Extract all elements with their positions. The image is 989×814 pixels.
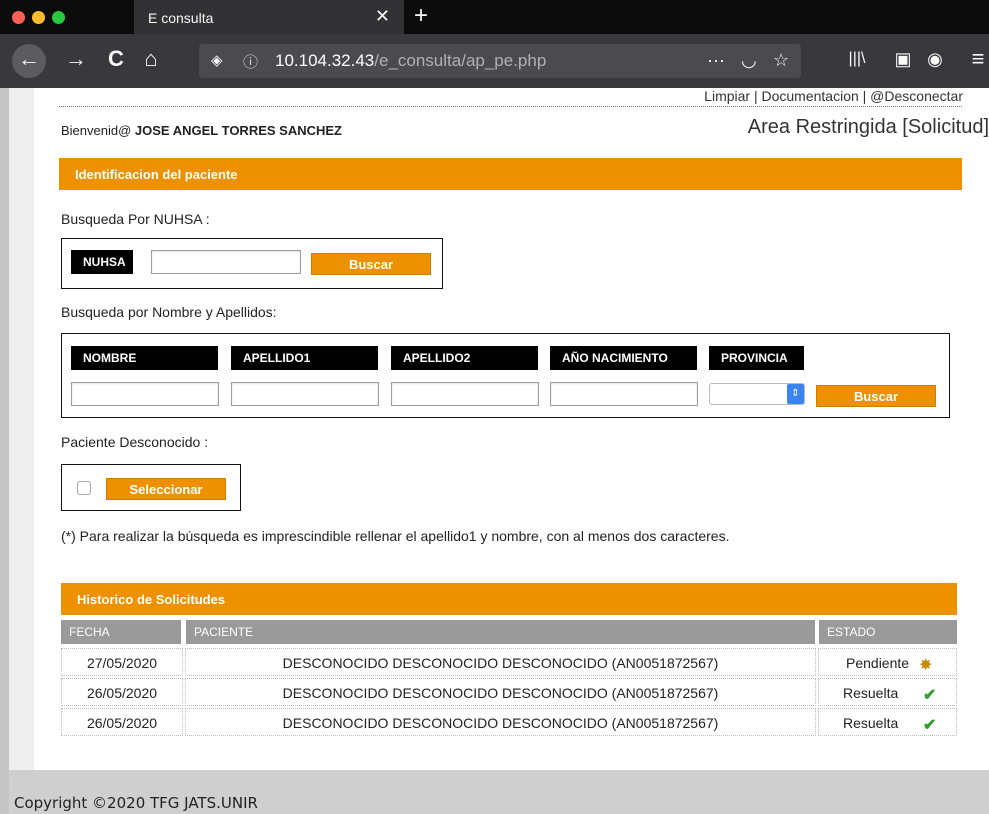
row2-paciente[interactable]: DESCONOCIDO DESCONOCIDO DESCONOCIDO (AN0… <box>185 678 816 706</box>
sidebar-icon[interactable]: ▣ <box>891 47 915 71</box>
welcome-text: Bienvenid@ JOSE ANGEL TORRES SANCHEZ <box>61 123 342 138</box>
back-arrow-icon[interactable]: ← <box>17 47 41 71</box>
browser-nav-bar: ← → C ⌂ ◈ ⓘ 10.104.32.43/e_consulta/ap_p… <box>0 34 989 88</box>
tab-close-icon[interactable]: ✕ <box>375 6 390 27</box>
browser-tab[interactable]: E consulta ✕ <box>134 0 404 34</box>
row3-estado[interactable]: Resuelta ✔ <box>818 708 957 736</box>
url-text[interactable]: 10.104.32.43/e_consulta/ap_pe.php <box>275 51 546 71</box>
name-search-frame: NOMBRE APELLIDO1 APELLIDO2 AÑO NACIMIENT… <box>61 333 950 418</box>
page-background: Limpiar | Documentacion | @Desconectar B… <box>9 88 989 770</box>
name-search-label: Busqueda por Nombre y Apellidos: <box>61 304 277 320</box>
identificacion-header: Identificacion del paciente <box>59 158 962 190</box>
row3-paciente[interactable]: DESCONOCIDO DESCONOCIDO DESCONOCIDO (AN0… <box>185 708 816 736</box>
provincia-tag: PROVINCIA <box>709 346 804 370</box>
nuhsa-search-label: Busqueda Por NUHSA : <box>61 211 210 227</box>
tracking-shield-icon[interactable]: ◈ <box>211 51 223 69</box>
account-icon[interactable]: ◉ <box>923 47 947 71</box>
row2-estado-text: Resuelta <box>843 685 899 701</box>
pocket-icon[interactable]: ◡ <box>741 50 757 71</box>
menu-icon[interactable]: ≡ <box>967 47 989 71</box>
site-info-icon[interactable]: ⓘ <box>243 51 258 72</box>
tab-title: E consulta <box>148 10 214 26</box>
resolved-check-icon: ✔ <box>923 717 937 734</box>
nuhsa-search-button[interactable]: Buscar <box>311 253 431 275</box>
anio-nacimiento-input[interactable] <box>550 382 698 406</box>
page-content: Limpiar | Documentacion | @Desconectar B… <box>34 88 989 770</box>
name-search-button[interactable]: Buscar <box>816 385 936 407</box>
apellido1-tag: APELLIDO1 <box>231 346 378 370</box>
row2-fecha: 26/05/2020 <box>61 678 183 706</box>
new-tab-icon[interactable]: + <box>414 2 428 30</box>
nombre-input[interactable] <box>71 382 219 406</box>
apellido2-tag: APELLIDO2 <box>391 346 538 370</box>
more-actions-icon[interactable]: ··· <box>707 50 725 71</box>
nuhsa-input[interactable] <box>151 250 301 274</box>
window-minimize-dot[interactable] <box>32 11 45 24</box>
anio-nacimiento-tag: AÑO NACIMIENTO <box>550 346 697 370</box>
row1-fecha: 27/05/2020 <box>61 648 183 676</box>
left-strip <box>0 88 9 814</box>
row2-estado[interactable]: Resuelta ✔ <box>818 678 957 706</box>
area-title: Area Restringida [Solicitud] <box>747 116 989 138</box>
welcome-prefix: Bienvenid@ <box>61 123 132 138</box>
nombre-tag: NOMBRE <box>71 346 218 370</box>
browser-tab-bar: E consulta ✕ + <box>0 0 989 34</box>
home-icon[interactable]: ⌂ <box>139 47 163 71</box>
copyright-text: Copyright ©2020 TFG JATS.UNIR <box>14 794 258 812</box>
provincia-select[interactable]: ⇕ <box>709 383 805 405</box>
select-arrows-icon: ⇕ <box>787 384 804 404</box>
apellido1-input[interactable] <box>231 382 379 406</box>
user-name: JOSE ANGEL TORRES SANCHEZ <box>134 123 342 138</box>
reload-icon[interactable]: C <box>104 47 128 71</box>
select-unknown-button[interactable]: Seleccionar <box>106 478 226 500</box>
col-header-paciente: PACIENTE <box>186 620 815 644</box>
page-viewport: Limpiar | Documentacion | @Desconectar B… <box>0 88 989 814</box>
url-bar[interactable]: ◈ ⓘ 10.104.32.43/e_consulta/ap_pe.php ··… <box>199 44 801 78</box>
row3-estado-text: Resuelta <box>843 715 899 731</box>
url-path: /e_consulta/ap_pe.php <box>374 51 547 70</box>
identificacion-title: Identificacion del paciente <box>75 167 238 182</box>
top-divider <box>59 106 962 107</box>
nuhsa-tag: NUHSA <box>71 250 133 274</box>
historico-header: Historico de Solicitudes <box>61 583 957 615</box>
row3-fecha: 26/05/2020 <box>61 708 183 736</box>
resolved-check-icon: ✔ <box>923 687 937 704</box>
row1-paciente[interactable]: DESCONOCIDO DESCONOCIDO DESCONOCIDO (AN0… <box>185 648 816 676</box>
row1-estado[interactable]: Pendiente ✸ <box>818 648 957 676</box>
unknown-patient-label: Paciente Desconocido : <box>61 434 209 450</box>
url-host: 10.104.32.43 <box>275 51 375 70</box>
top-links[interactable]: Limpiar | Documentacion | @Desconectar <box>704 88 963 104</box>
unknown-patient-frame: Seleccionar <box>61 464 241 511</box>
row1-estado-text: Pendiente <box>846 655 910 671</box>
search-requirements-note: (*) Para realizar la búsqueda es impresc… <box>61 528 730 544</box>
window-zoom-dot[interactable] <box>52 11 65 24</box>
library-icon[interactable]: |||\ <box>844 47 870 71</box>
bookmark-star-icon[interactable]: ☆ <box>773 50 789 71</box>
col-header-fecha: FECHA <box>61 620 181 644</box>
apellido2-input[interactable] <box>391 382 539 406</box>
unknown-patient-checkbox[interactable] <box>77 481 91 495</box>
col-header-estado: ESTADO <box>819 620 957 644</box>
window-close-dot[interactable] <box>12 11 25 24</box>
nuhsa-search-frame: NUHSA Buscar <box>61 238 443 289</box>
forward-arrow-icon[interactable]: → <box>64 47 88 71</box>
historico-title: Historico de Solicitudes <box>77 592 226 607</box>
pending-icon: ✸ <box>919 657 933 674</box>
